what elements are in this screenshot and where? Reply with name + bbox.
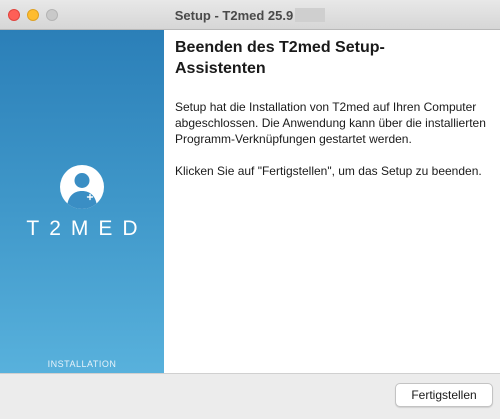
installation-label: INSTALLATION xyxy=(47,359,117,369)
button-bar: Fertigstellen xyxy=(0,373,500,419)
finish-button[interactable]: Fertigstellen xyxy=(395,383,493,407)
content-panel: Beenden des T2med Setup-Assistenten Setu… xyxy=(164,30,500,373)
setup-window: Setup - T2med 25.9 T2MED INSTALLATION Be… xyxy=(0,0,500,419)
window-title: Setup - T2med 25.9 xyxy=(174,7,294,23)
user-add-icon xyxy=(60,165,104,209)
redacted-version-block xyxy=(295,8,326,22)
branding-sidebar: T2MED INSTALLATION xyxy=(0,30,164,373)
finish-instruction: Klicken Sie auf "Fertigstellen", um das … xyxy=(175,164,482,178)
title-container: Setup - T2med 25.9 xyxy=(0,0,500,30)
page-heading: Beenden des T2med Setup-Assistenten xyxy=(175,39,385,77)
completion-message: Setup hat die Installation von T2med auf… xyxy=(175,100,486,146)
brand-wordmark: T2MED xyxy=(26,217,148,240)
title-bar[interactable]: Setup - T2med 25.9 xyxy=(0,0,500,30)
